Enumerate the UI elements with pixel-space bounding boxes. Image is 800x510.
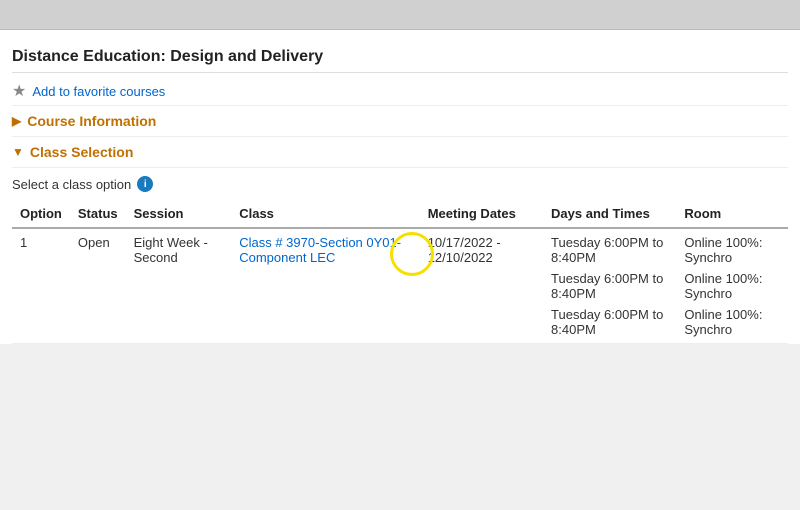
course-info-label: Course Information [27,113,156,129]
col-header-days-times: Days and Times [543,200,676,228]
class-link[interactable]: Class # 3970-Section 0Y01-Component LEC [239,235,401,265]
cell-class: Class # 3970-Section 0Y01-Component LEC [231,228,419,344]
col-header-option: Option [12,200,70,228]
page-title: Distance Education: Design and Delivery [12,40,788,73]
cell-status: Open [70,228,126,344]
meeting-time-entry: Tuesday 6:00PM to 8:40PM [551,307,668,337]
meeting-time-entry: Tuesday 6:00PM to 8:40PM [551,271,668,301]
cell-meeting-dates: 10/17/2022 - 12/10/2022 [420,228,543,344]
star-icon: ★ [12,81,26,101]
room-entry: Online 100%: Synchro [684,307,780,337]
table-header-row: Option Status Session Class Meeting Date… [12,200,788,228]
cell-option: 1 [12,228,70,344]
top-bar [0,0,800,30]
course-info-arrow: ▶ [12,114,21,128]
col-header-meeting-dates: Meeting Dates [420,200,543,228]
room-entry: Online 100%: Synchro [684,235,780,265]
table-row: 1OpenEight Week - SecondClass # 3970-Sec… [12,228,788,344]
col-header-session: Session [126,200,232,228]
cell-session: Eight Week - Second [126,228,232,344]
col-header-room: Room [676,200,788,228]
favorite-row: ★ Add to favorite courses [12,73,788,106]
cell-days-times: Tuesday 6:00PM to 8:40PM Tuesday 6:00PM t… [543,228,676,344]
main-content: Distance Education: Design and Delivery … [0,30,800,344]
room-entry: Online 100%: Synchro [684,271,780,301]
select-class-row: Select a class option i [12,168,788,198]
select-class-text: Select a class option [12,177,131,192]
col-header-class: Class [231,200,419,228]
info-icon[interactable]: i [137,176,153,192]
col-header-status: Status [70,200,126,228]
cell-room: Online 100%: Synchro Online 100%: Synchro… [676,228,788,344]
meeting-time-entry: Tuesday 6:00PM to 8:40PM [551,235,668,265]
add-favorite-link[interactable]: Add to favorite courses [32,84,165,99]
course-information-section[interactable]: ▶ Course Information [12,106,788,137]
class-table: Option Status Session Class Meeting Date… [12,200,788,344]
class-selection-arrow: ▼ [12,145,24,159]
class-selection-section[interactable]: ▼ Class Selection [12,137,788,168]
class-selection-label: Class Selection [30,144,134,160]
